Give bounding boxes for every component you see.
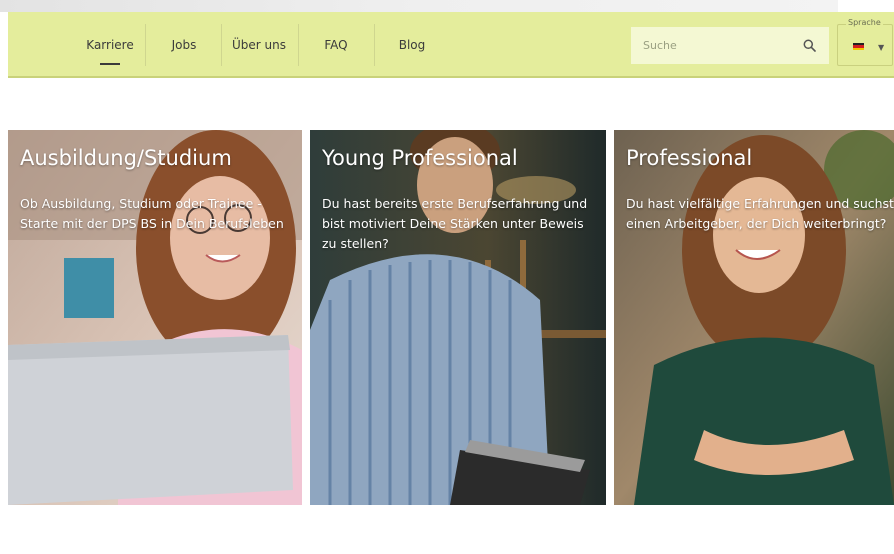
- card-ausbildung-studium[interactable]: Ausbildung/Studium Ob Ausbildung, Studiu…: [8, 130, 302, 505]
- card-photo-student: [8, 130, 302, 505]
- card-young-professional[interactable]: Young Professional Du hast bereits erste…: [310, 130, 606, 505]
- german-flag-icon: [853, 43, 864, 50]
- search-icon[interactable]: [801, 38, 817, 54]
- browser-top-strip: [0, 0, 894, 12]
- nav-item-label: Jobs: [171, 38, 197, 52]
- card-title: Ausbildung/Studium: [20, 146, 232, 170]
- main-navbar: Karriere Jobs Über uns FAQ Blog Sprache …: [8, 12, 894, 78]
- nav-item-karriere[interactable]: Karriere: [78, 12, 142, 78]
- card-text: Du hast vielfältige Erfahrungen und such…: [626, 196, 894, 231]
- nav-item-label: Über uns: [232, 38, 286, 52]
- nav-item-jobs[interactable]: Jobs: [148, 12, 220, 78]
- card-title: Professional: [626, 146, 753, 170]
- chevron-down-icon: ▼: [878, 43, 885, 52]
- top-strip-shade: [0, 0, 838, 12]
- nav-divider: [145, 24, 146, 66]
- nav-item-faq[interactable]: FAQ: [299, 12, 373, 78]
- card-title: Young Professional: [322, 146, 518, 170]
- card-text: Du hast bereits erste Berufserfahrung un…: [322, 196, 588, 251]
- card-text: Ob Ausbildung, Studium oder Trainee - St…: [20, 196, 284, 231]
- language-label: Sprache: [846, 18, 883, 28]
- search-input[interactable]: [643, 39, 801, 52]
- card-photo-young-professional: [310, 130, 606, 505]
- nav-item-label: Karriere: [86, 38, 134, 52]
- nav-item-label: Blog: [398, 38, 426, 52]
- nav-divider: [374, 24, 375, 66]
- card-professional[interactable]: Professional Du hast vielfältige Erfahru…: [614, 130, 894, 505]
- search-box: [631, 27, 829, 64]
- nav-item-ueber-uns[interactable]: Über uns: [222, 12, 296, 78]
- card-photo-professional: [614, 130, 894, 505]
- nav-item-blog[interactable]: Blog: [376, 12, 448, 78]
- nav-item-label: FAQ: [324, 38, 348, 52]
- language-selector[interactable]: Sprache ▼: [837, 18, 893, 66]
